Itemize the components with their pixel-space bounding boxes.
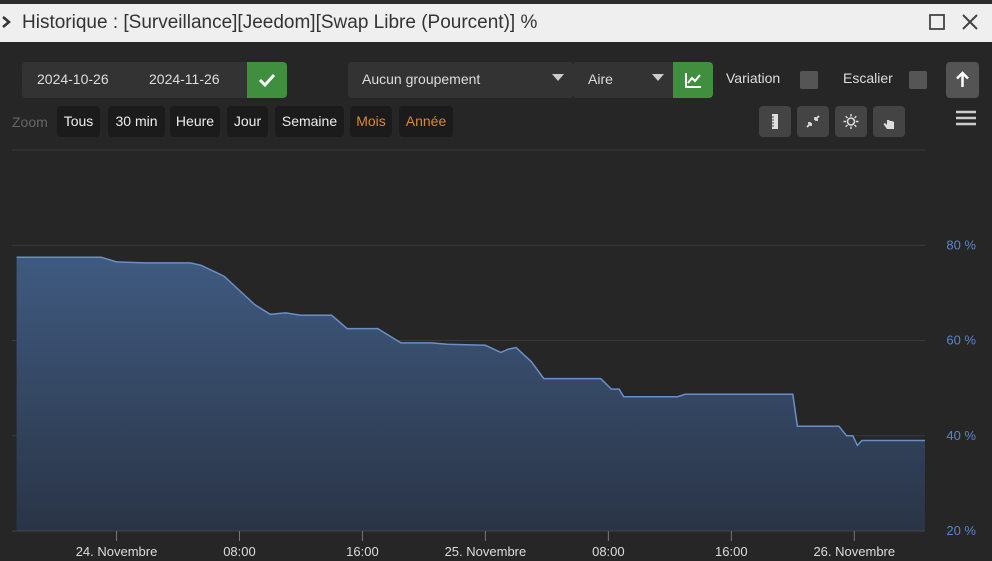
y-tick-label: 40 % [946,428,976,443]
y-tick-label: 80 % [946,237,976,252]
area-chart: 24. Novembre 08:00 16:00 25. Novembre 08:00 1… [12,149,976,559]
x-tick-label: 16:00 [346,544,379,559]
x-tick-label: 25. Novembre [445,544,527,559]
x-tick-label: 08:00 [223,544,256,559]
x-tick-label: 26. Novembre [813,544,895,559]
y-tick-label: 20 % [946,523,976,538]
y-tick-label: 60 % [946,333,976,348]
x-tick-label: 08:00 [592,544,625,559]
x-tick-label: 24. Novembre [76,544,158,559]
x-tick-label: 16:00 [715,544,748,559]
